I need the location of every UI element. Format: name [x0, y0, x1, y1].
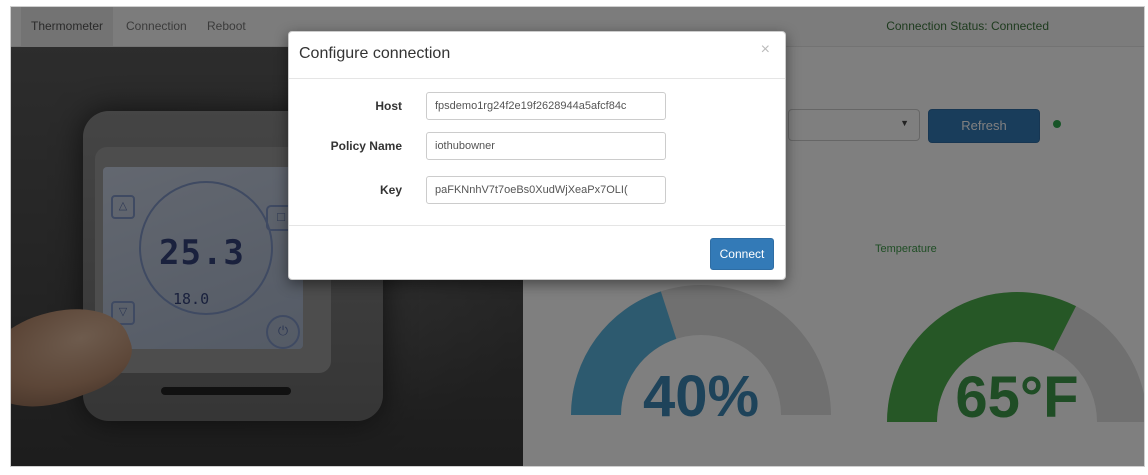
configure-connection-modal: Configure connection × Host fpsdemo1rg24…	[288, 31, 786, 280]
form-row-policy-name: Policy Name iothubowner	[289, 132, 785, 162]
modal-header: Configure connection ×	[289, 32, 785, 79]
form-row-host: Host fpsdemo1rg24f2e19f2628944a5afcf84c	[289, 92, 785, 122]
host-label: Host	[375, 99, 402, 113]
key-label: Key	[379, 183, 402, 197]
connect-button[interactable]: Connect	[710, 238, 774, 270]
modal-title: Configure connection	[299, 45, 451, 62]
close-icon[interactable]: ×	[761, 41, 770, 59]
form-row-key: Key paFKNnhV7t7oeBs0XudWjXeaPx7OLI(	[289, 176, 785, 206]
policy-name-input[interactable]: iothubowner	[426, 132, 666, 160]
modal-footer: Connect	[289, 225, 785, 280]
host-input[interactable]: fpsdemo1rg24f2e19f2628944a5afcf84c	[426, 92, 666, 120]
key-input[interactable]: paFKNnhV7t7oeBs0XudWjXeaPx7OLI(	[426, 176, 666, 204]
app-frame: Thermometer Connection Reboot Connection…	[10, 6, 1145, 467]
policy-name-label: Policy Name	[330, 139, 402, 153]
